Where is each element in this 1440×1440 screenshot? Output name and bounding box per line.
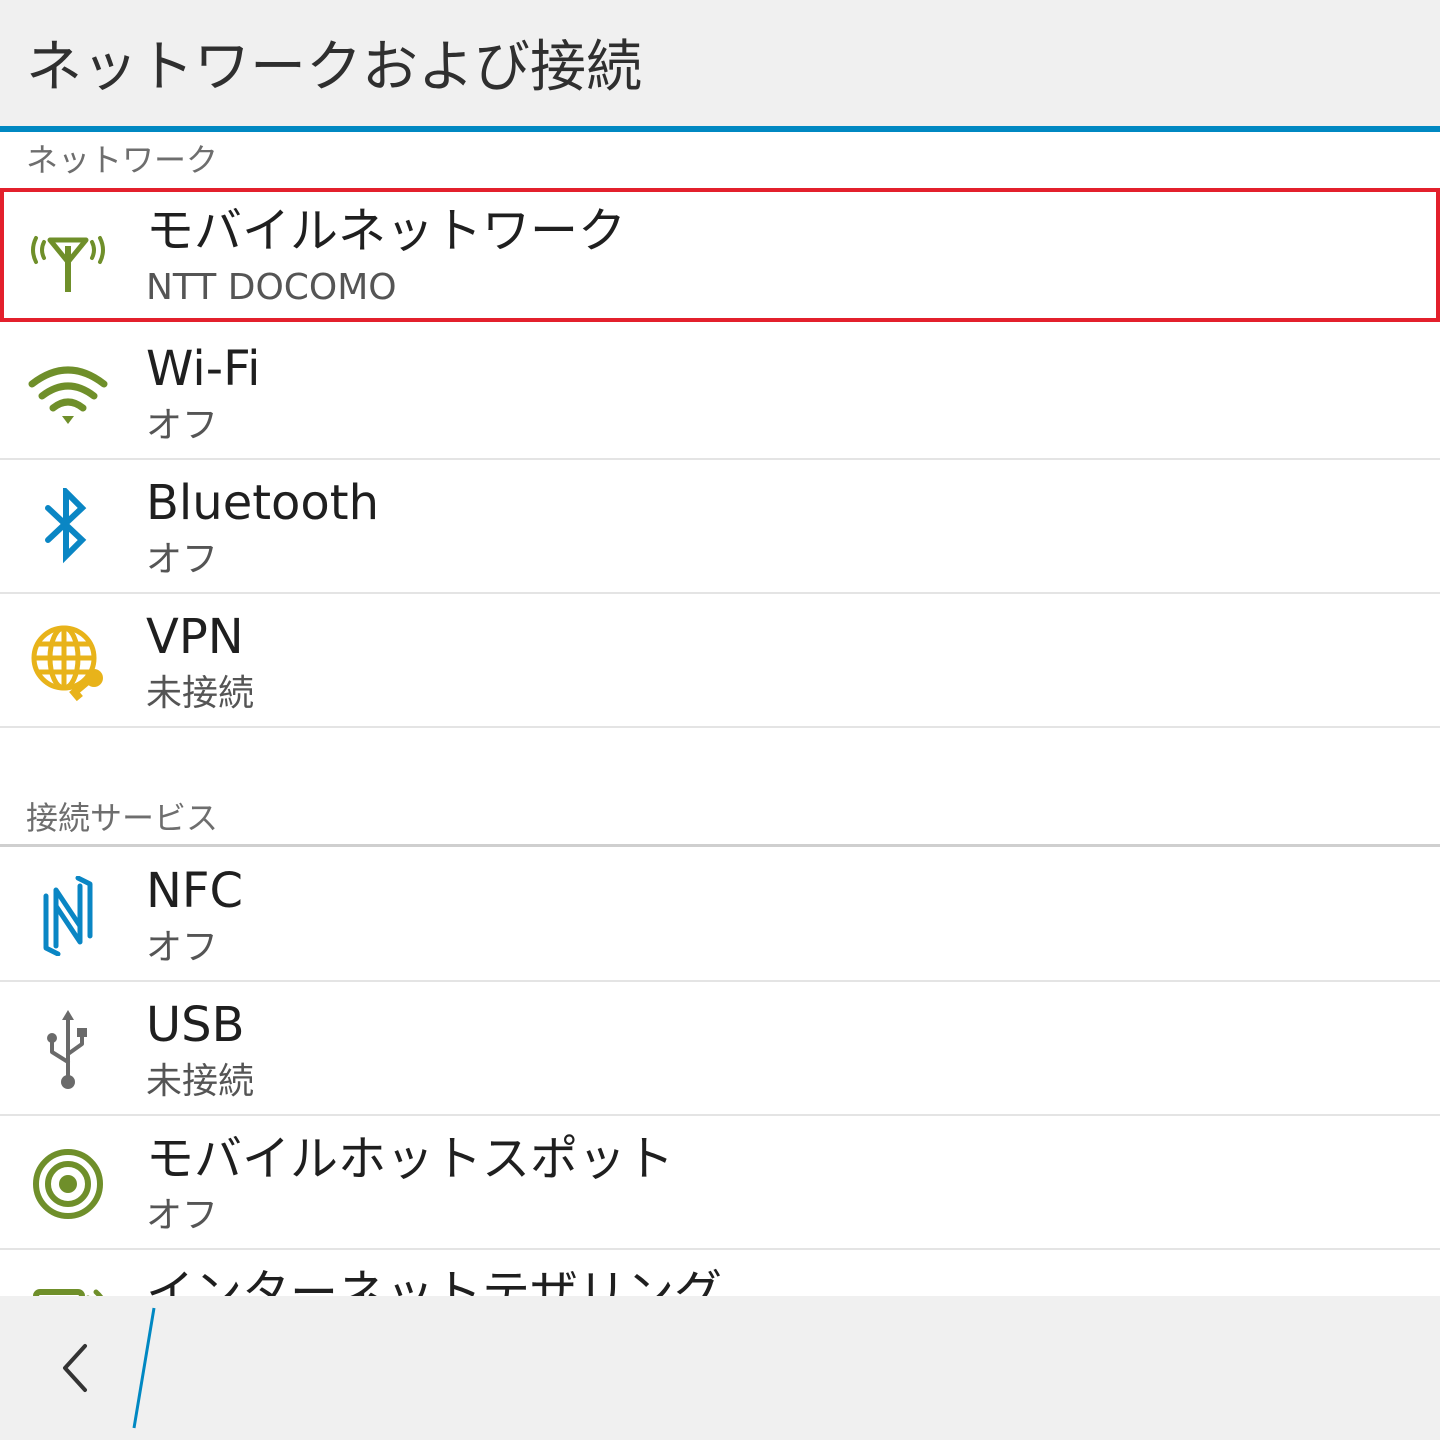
wifi-icon [22,354,114,434]
globe-key-icon [22,622,114,702]
row-title: モバイルネットワーク [146,203,627,259]
list-item-wifi[interactable]: Wi-Fi オフ [0,326,1440,460]
back-button[interactable] [30,1316,120,1420]
row-subtitle: 未接続 [146,673,255,714]
row-title: インターネットテザリング [146,1265,723,1296]
settings-list[interactable]: ネットワーク モバイルネットワーク NTT DOCOMO Wi-Fi オフ Bl… [0,132,1440,1296]
row-title: NFC [146,863,244,919]
bluetooth-icon [22,488,114,568]
row-title: Wi-Fi [146,341,261,397]
list-item-nfc[interactable]: NFC オフ [0,848,1440,982]
usb-icon [22,1010,114,1090]
bar-divider [120,1306,160,1430]
list-item-vpn[interactable]: VPN 未接続 [0,594,1440,728]
list-item-mobile-network[interactable]: モバイルネットワーク NTT DOCOMO [0,188,1440,322]
page-title: ネットワークおよび接続 [26,35,642,100]
bottom-action-bar [0,1296,1440,1440]
row-subtitle: NTT DOCOMO [146,267,397,308]
row-title: USB [146,997,245,1053]
row-subtitle: オフ [146,927,219,968]
chevron-left-icon [63,1344,87,1392]
row-title: モバイルホットスポット [146,1131,675,1187]
list-item-usb[interactable]: USB 未接続 [0,982,1440,1116]
tethering-icon [22,1278,114,1296]
row-title: Bluetooth [146,475,380,531]
hotspot-icon [22,1144,114,1224]
list-item-internet-tethering[interactable]: インターネットテザリング [0,1250,1440,1296]
row-subtitle: オフ [146,405,219,446]
row-subtitle: 未接続 [146,1061,255,1102]
nfc-icon [22,876,114,956]
list-item-mobile-hotspot[interactable]: モバイルホットスポット オフ [0,1116,1440,1250]
section-header-network: ネットワーク [26,141,219,179]
section-divider [0,844,1440,847]
antenna-icon [22,216,114,296]
row-subtitle: オフ [146,539,219,580]
section-header-services: 接続サービス [26,799,219,837]
row-title: VPN [146,609,244,665]
row-subtitle: オフ [146,1195,219,1236]
list-item-bluetooth[interactable]: Bluetooth オフ [0,460,1440,594]
settings-screen: ネットワークおよび接続 ネットワーク モバイルネットワーク NTT DOCOMO… [0,0,1440,1440]
title-bar: ネットワークおよび接続 [0,0,1440,126]
